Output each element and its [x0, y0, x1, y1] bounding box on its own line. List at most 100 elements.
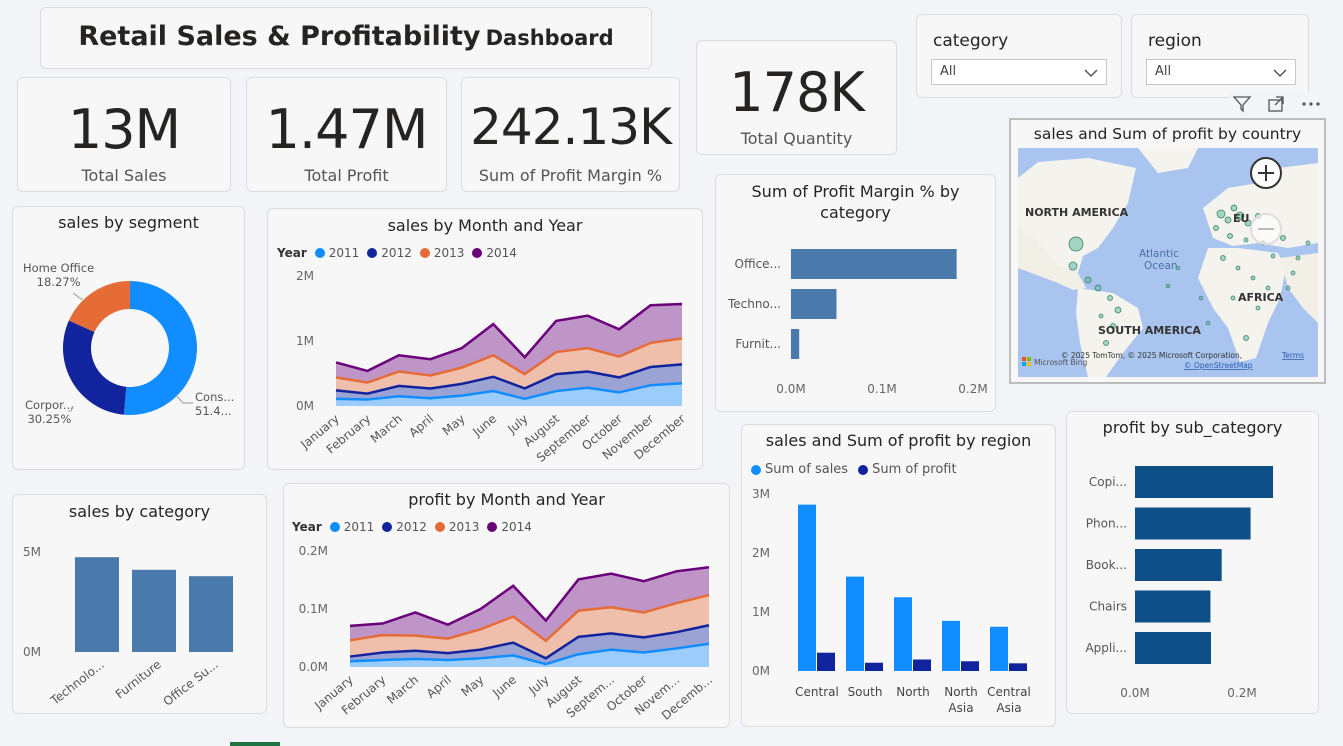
y-tick-label: Office...: [735, 257, 781, 271]
profit-margin-card: Sum of Profit Margin % by category Offic…: [715, 174, 996, 412]
slicer-title: category: [933, 31, 1009, 51]
visual-header: [1230, 92, 1330, 116]
kpi-profit-margin: 242.13K Sum of Profit Margin %: [461, 77, 680, 192]
x-tick-label: Asia: [996, 701, 1021, 715]
bar-2: [189, 576, 233, 652]
sales-month-card: sales by Month and Year Year 2011 2012 2…: [267, 208, 703, 470]
map-label-europe: EU: [1233, 212, 1249, 225]
zoom-out-button[interactable]: [1250, 213, 1282, 245]
kpi-value: 13M: [67, 98, 181, 161]
leader-line: [175, 394, 193, 404]
donut-slice-consumer: [123, 281, 198, 415]
map-label-africa: AFRICA: [1238, 291, 1284, 304]
sales-month-area-chart: 0M1M2MJanuaryFebruaryMarch April May June Ju…: [296, 269, 688, 465]
x-tick-label: Central: [795, 685, 839, 699]
segment-donut-chart: [63, 281, 198, 415]
y-tick-label: 0M: [23, 645, 41, 659]
x-tick-label: Central: [987, 685, 1031, 699]
minus-icon: [1258, 228, 1274, 230]
map-osm-link[interactable]: © OpenStreetMap: [1184, 361, 1253, 370]
profit-month-card: profit by Month and Year Year 2011 2012 …: [283, 483, 730, 728]
map-label-ocean: Atlantic: [1139, 248, 1179, 260]
x-tick-label: April: [424, 673, 454, 701]
x-tick-label: South: [848, 685, 883, 699]
y-tick-label: 1M: [752, 605, 770, 619]
segment-label-pct: 51.4...: [195, 404, 232, 418]
slicer-category: category All: [916, 14, 1122, 98]
y-tick-label: 2M: [296, 269, 314, 283]
region-dropdown[interactable]: All: [1146, 59, 1296, 85]
map-label-ocean: Ocean: [1144, 260, 1178, 272]
bar-sum-of-profit: [961, 661, 979, 671]
x-tick-label: Asia: [948, 701, 973, 715]
kpi-value: 178K: [729, 61, 864, 124]
chevron-down-icon: [1084, 69, 1098, 78]
y-tick-label: 0M: [752, 664, 770, 678]
filter-icon[interactable]: [1232, 94, 1252, 114]
bar-1: [791, 289, 837, 319]
map-label-south-america: SOUTH AMERICA: [1098, 324, 1201, 337]
x-tick-label: 0.1M: [867, 382, 896, 396]
y-tick-label: Copi...: [1089, 475, 1127, 489]
chevron-down-icon: [1273, 69, 1287, 78]
x-tick-label: 0.0M: [1120, 686, 1149, 700]
dashboard-title: Retail Sales & Profitability: [78, 21, 481, 52]
bar-1: [132, 569, 176, 652]
country-map-visual[interactable]: sales and Sum of profit by country NORTH…: [1009, 118, 1326, 384]
page-tab-indicator[interactable]: [230, 742, 280, 746]
y-tick-label: Chairs: [1089, 600, 1127, 614]
more-options-icon[interactable]: [1300, 94, 1322, 114]
map-label-north-america: NORTH AMERICA: [1025, 206, 1129, 219]
corporate-label: Corpor... 30.25%: [25, 398, 74, 426]
slicer-region: region All: [1131, 14, 1309, 98]
y-tick-label: 2M: [752, 546, 770, 560]
y-tick-label: 1M: [296, 334, 314, 348]
leader-line: [72, 292, 83, 300]
segment-label-pct: 30.25%: [27, 412, 72, 426]
zoom-in-button[interactable]: [1250, 157, 1282, 189]
bar-sum-of-profit: [1009, 663, 1027, 671]
map-brand: Microsoft Bing: [1034, 358, 1087, 367]
region-chart-card: sales and Sum of profit by region Sum of…: [741, 424, 1056, 727]
segment-label-name: Home Office: [23, 261, 95, 275]
kpi-total-quantity: 178K Total Quantity: [696, 40, 897, 155]
y-tick-label: 0.1M: [299, 602, 328, 616]
x-tick-label: Furniture: [113, 657, 164, 701]
category-dropdown[interactable]: All: [931, 59, 1107, 85]
kpi-label: Total Profit: [304, 166, 389, 185]
bar-sum-of-sales: [942, 620, 960, 671]
y-tick-label: 0M: [296, 399, 314, 413]
bar-sum-of-sales: [798, 504, 816, 671]
dashboard-subtitle: Dashboard: [485, 26, 614, 50]
title-card: Retail Sales & Profitability Dashboard: [40, 7, 652, 69]
kpi-value: 1.47M: [265, 98, 429, 161]
map-terms-link[interactable]: Terms: [1281, 351, 1304, 360]
focus-mode-icon[interactable]: [1266, 94, 1286, 114]
slicer-title: region: [1148, 31, 1202, 51]
bar-4: [1135, 632, 1211, 664]
x-tick-label: June: [489, 673, 519, 701]
segment-label-name: Corpor...: [25, 398, 74, 412]
x-tick-label: May: [440, 412, 468, 439]
bar-2: [1135, 549, 1222, 581]
x-tick-label: North: [896, 685, 930, 699]
y-tick-label: 0.0M: [299, 660, 328, 674]
chart-title: sales and Sum of profit by country: [1033, 125, 1302, 143]
bar-sum-of-sales: [846, 576, 864, 671]
bar-2: [791, 329, 800, 359]
x-tick-label: June: [469, 412, 499, 440]
consumer-label: Cons... 51.4...: [195, 390, 234, 418]
x-tick-label: April: [406, 412, 436, 440]
subcategory-chart-card: profit by sub_category Copi... Phon... Boo…: [1066, 411, 1319, 714]
bar-sum-of-profit: [817, 652, 835, 671]
bar-sum-of-sales: [990, 626, 1008, 671]
dropdown-value: All: [940, 64, 957, 79]
segment-label-pct: 18.27%: [36, 275, 81, 289]
home-office-label: Home Office 18.27%: [23, 261, 94, 289]
bar-sum-of-profit: [913, 659, 931, 671]
segment-chart-card: sales by segment Home Office 18.27% Corp…: [12, 206, 245, 470]
y-tick-label: Appli...: [1085, 641, 1127, 655]
kpi-total-profit: 1.47M Total Profit: [246, 77, 447, 192]
profit-margin-bar-chart: Office... Techno... Furnit... 0.0M 0.1M 0.2M: [727, 249, 988, 396]
y-tick-label: Furnit...: [735, 337, 781, 351]
